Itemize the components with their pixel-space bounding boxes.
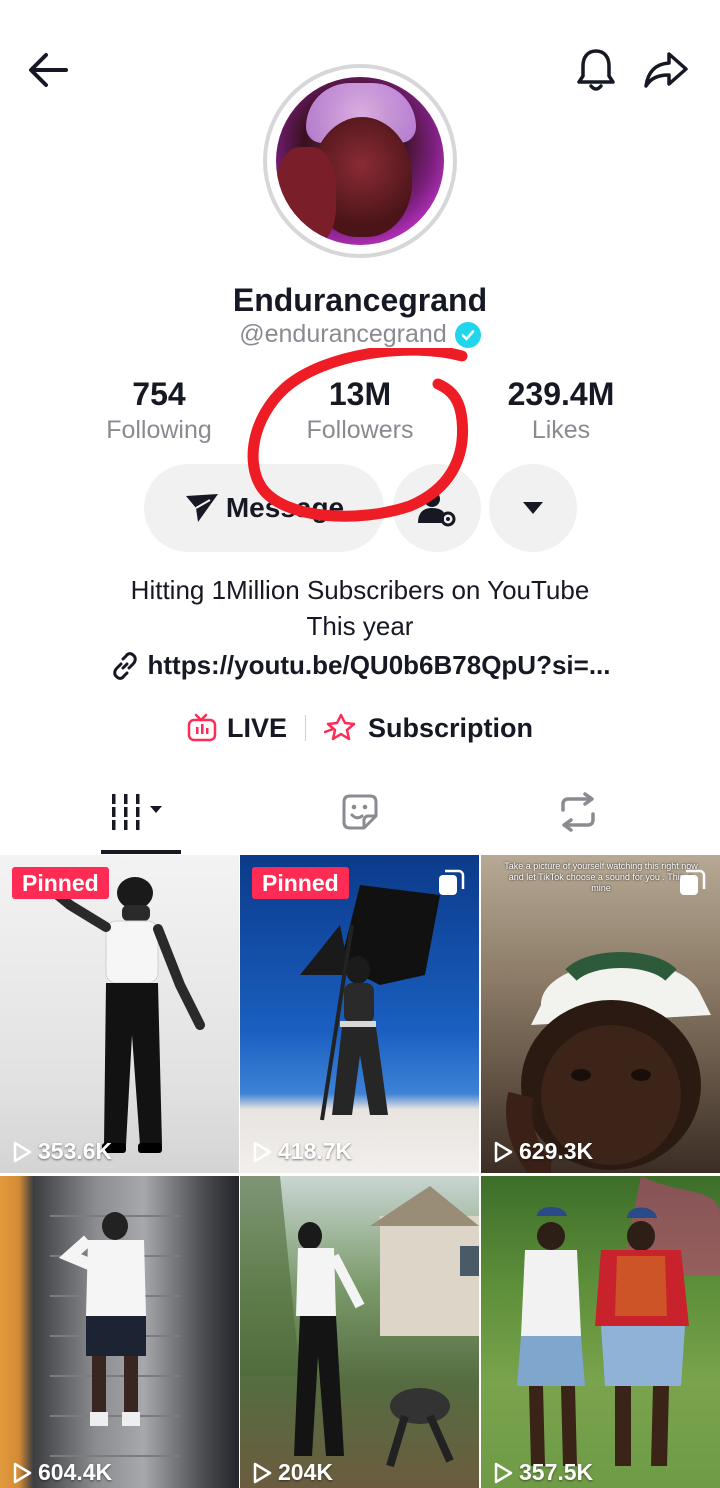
share-arrow-icon bbox=[644, 52, 688, 88]
tab-favorites[interactable] bbox=[240, 772, 480, 852]
send-icon bbox=[185, 494, 218, 522]
videos-grid-icon bbox=[112, 794, 162, 830]
play-icon bbox=[494, 1141, 513, 1162]
content-tabs bbox=[0, 772, 720, 856]
username-handle: @endurancegrand bbox=[239, 320, 447, 348]
play-icon bbox=[253, 1462, 272, 1483]
profile-photo bbox=[276, 77, 444, 245]
likes-count: 239.4M bbox=[507, 376, 615, 412]
video-thumbnail[interactable]: 357.5K bbox=[481, 1176, 720, 1488]
person-settings-icon bbox=[418, 491, 456, 527]
play-icon bbox=[13, 1141, 32, 1162]
following-label: Following bbox=[106, 416, 212, 444]
add-friend-button[interactable] bbox=[393, 464, 481, 552]
video-grid: Pinned 353.6K Pinned 418.7K Take a pictu… bbox=[0, 855, 720, 1488]
view-count: 418.7K bbox=[252, 1138, 352, 1165]
display-name: Endurancegrand bbox=[232, 282, 488, 318]
multi-photo-icon bbox=[437, 869, 465, 902]
view-count-text: 353.6K bbox=[38, 1138, 113, 1164]
message-button[interactable]: Message bbox=[144, 464, 384, 552]
share-button[interactable] bbox=[636, 40, 696, 100]
pinned-label: Pinned bbox=[252, 867, 349, 899]
following-count: 754 bbox=[132, 376, 186, 412]
bio-line-1: Hitting 1Million Subscribers on YouTube bbox=[130, 575, 590, 605]
multi-photo-icon bbox=[678, 869, 706, 902]
profile-badges: LIVE Subscription bbox=[0, 712, 720, 744]
followers-stat[interactable]: 13M Followers bbox=[260, 374, 460, 446]
bell-icon bbox=[577, 49, 615, 91]
video-thumbnail[interactable]: 604.4K bbox=[0, 1176, 239, 1488]
avatar[interactable] bbox=[263, 64, 457, 258]
subscription-label: Subscription bbox=[368, 712, 534, 743]
bio: Hitting 1Million Subscribers on YouTube … bbox=[0, 572, 720, 644]
bio-link-text[interactable]: https://youtu.be/QU0b6B78QpU?si=... bbox=[148, 650, 611, 681]
likes-label: Likes bbox=[531, 416, 591, 444]
live-tv-icon bbox=[187, 713, 217, 742]
action-buttons: Message bbox=[0, 464, 720, 554]
arrow-left-icon bbox=[29, 53, 68, 87]
caret-down-icon bbox=[523, 502, 543, 514]
verified-badge-icon bbox=[454, 321, 481, 348]
video-caption: Take a picture of yourself watching this… bbox=[504, 861, 698, 893]
live-label: LIVE bbox=[226, 712, 287, 743]
notification-bell-button[interactable] bbox=[566, 40, 626, 100]
view-count: 357.5K bbox=[493, 1459, 593, 1486]
view-count-text: 204K bbox=[278, 1459, 333, 1485]
likes-stat[interactable]: 239.4M Likes bbox=[461, 374, 661, 446]
video-thumbnail[interactable]: 204K bbox=[240, 1176, 479, 1488]
message-label: Message bbox=[225, 492, 345, 523]
subscription-badge[interactable]: Subscription bbox=[324, 712, 533, 744]
view-count-text: 418.7K bbox=[278, 1138, 353, 1164]
view-count: 353.6K bbox=[12, 1138, 112, 1165]
badge-divider bbox=[305, 715, 306, 741]
following-stat[interactable]: 754 Following bbox=[59, 374, 259, 446]
profile-stats: 754 Following 13M Followers 239.4M Likes bbox=[0, 374, 720, 454]
video-thumbnail[interactable]: Pinned 418.7K bbox=[240, 855, 479, 1173]
more-options-button[interactable] bbox=[489, 464, 577, 552]
bio-line-2: This year bbox=[306, 611, 414, 641]
tab-reposts[interactable] bbox=[458, 772, 698, 852]
video-thumbnail[interactable]: Take a picture of yourself watching this… bbox=[481, 855, 720, 1173]
handle-row: @endurancegrand bbox=[0, 320, 720, 349]
followers-count: 13M bbox=[328, 376, 392, 412]
pinned-label: Pinned bbox=[12, 867, 109, 899]
followers-label: Followers bbox=[306, 416, 414, 444]
play-icon bbox=[494, 1462, 513, 1483]
repost-icon bbox=[561, 792, 595, 832]
play-icon bbox=[13, 1462, 32, 1483]
live-badge[interactable]: LIVE bbox=[187, 713, 287, 744]
link-icon bbox=[112, 651, 137, 680]
star-ribbon-icon bbox=[324, 713, 356, 741]
view-count-text: 357.5K bbox=[519, 1459, 594, 1485]
play-icon bbox=[253, 1141, 272, 1162]
view-count-text: 604.4K bbox=[38, 1459, 113, 1485]
view-count: 204K bbox=[252, 1459, 333, 1486]
tab-videos[interactable] bbox=[20, 772, 260, 852]
video-thumbnail[interactable]: Pinned 353.6K bbox=[0, 855, 239, 1173]
view-count: 629.3K bbox=[493, 1138, 593, 1165]
view-count: 604.4K bbox=[12, 1459, 112, 1486]
back-button[interactable] bbox=[18, 40, 78, 100]
sticker-icon bbox=[342, 794, 378, 830]
active-tab-indicator bbox=[101, 850, 181, 854]
view-count-text: 629.3K bbox=[519, 1138, 594, 1164]
bio-link[interactable]: https://youtu.be/QU0b6B78QpU?si=... bbox=[0, 650, 720, 681]
